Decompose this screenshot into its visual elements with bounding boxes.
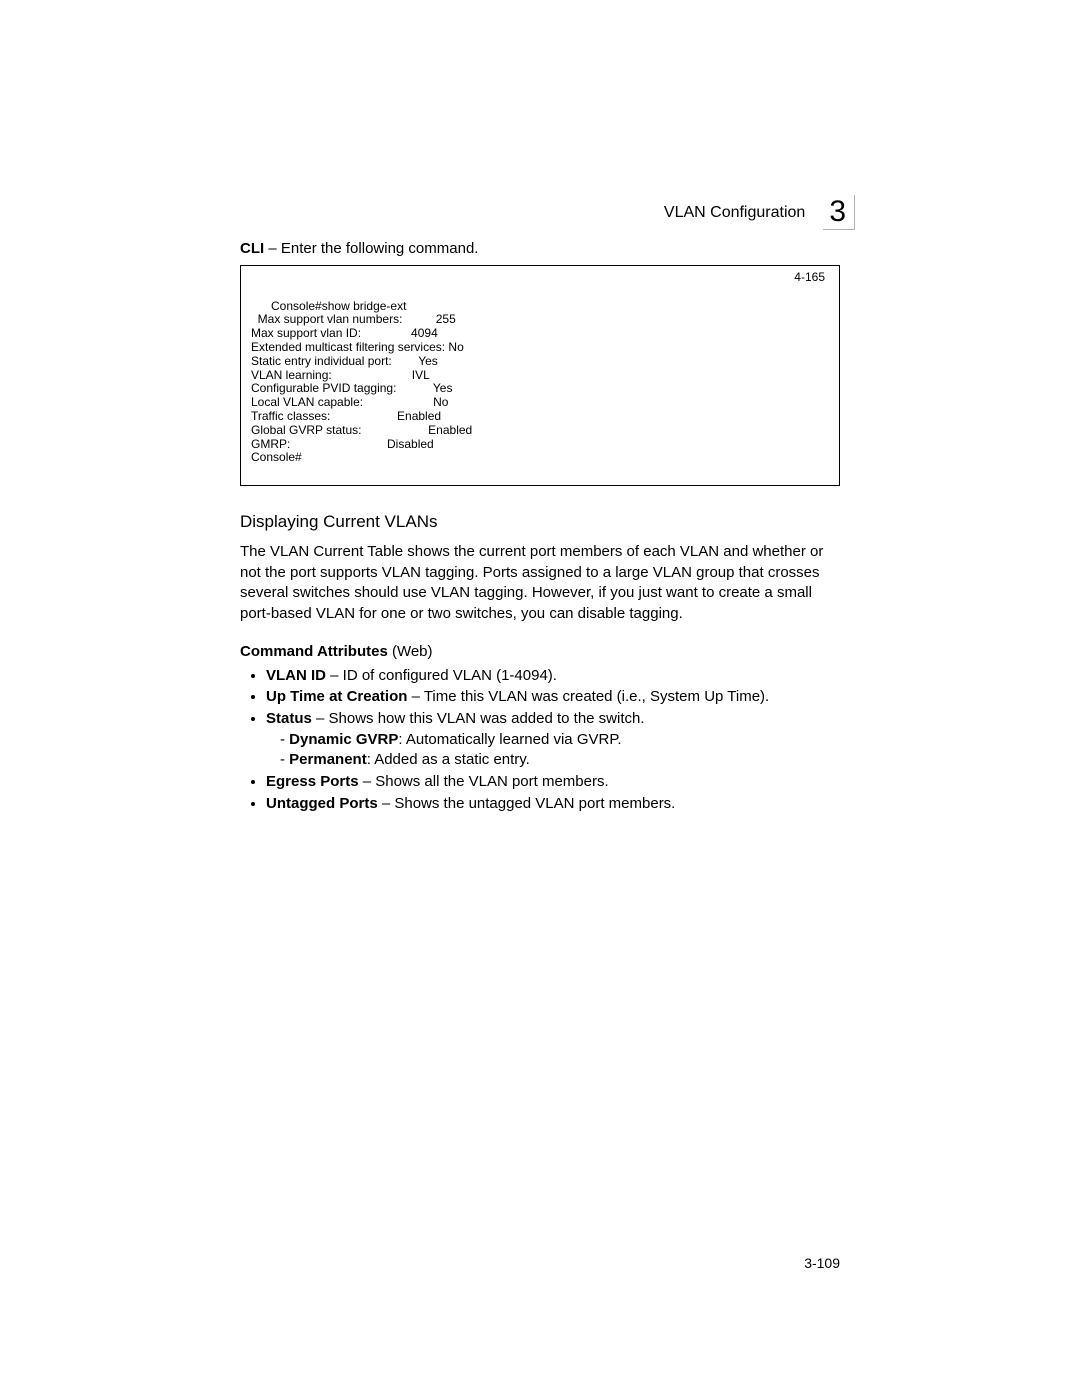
list-item: Up Time at Creation – Time this VLAN was… bbox=[266, 687, 840, 708]
page: VLAN Configuration 3 CLI – Enter the fol… bbox=[0, 0, 1080, 1397]
header-title: VLAN Configuration bbox=[664, 204, 805, 222]
chapter-number: 3 bbox=[829, 195, 846, 228]
item-bold: Egress Ports bbox=[266, 773, 359, 790]
cli-output-text: Console#show bridge-ext Max support vlan… bbox=[251, 299, 472, 465]
attributes-heading: Command Attributes (Web) bbox=[240, 643, 840, 660]
list-item: VLAN ID – ID of configured VLAN (1-4094)… bbox=[266, 666, 840, 687]
item-rest: – Time this VLAN was created (i.e., Syst… bbox=[407, 688, 769, 705]
sub-item: - Dynamic GVRP: Automatically learned vi… bbox=[266, 730, 840, 751]
cli-reference: 4-165 bbox=[794, 271, 825, 285]
sub-bold: Dynamic GVRP bbox=[289, 731, 398, 748]
page-number: 3-109 bbox=[804, 1255, 840, 1271]
list-item: Untagged Ports – Shows the untagged VLAN… bbox=[266, 794, 840, 815]
section-heading: Displaying Current VLANs bbox=[240, 512, 840, 532]
cli-intro-rest: – Enter the following command. bbox=[264, 240, 478, 257]
sub-item: - Permanent: Added as a static entry. bbox=[266, 750, 840, 771]
list-item: Egress Ports – Shows all the VLAN port m… bbox=[266, 772, 840, 793]
page-header: VLAN Configuration 3 bbox=[664, 195, 855, 230]
item-bold: Untagged Ports bbox=[266, 795, 378, 812]
sub-rest: : Automatically learned via GVRP. bbox=[398, 731, 621, 748]
cli-intro-bold: CLI bbox=[240, 240, 264, 257]
item-rest: – ID of configured VLAN (1-4094). bbox=[326, 667, 557, 684]
list-item: Status – Shows how this VLAN was added t… bbox=[266, 709, 840, 771]
cli-intro: CLI – Enter the following command. bbox=[240, 240, 840, 257]
item-bold: Status bbox=[266, 710, 312, 727]
item-bold: Up Time at Creation bbox=[266, 688, 407, 705]
section-body: The VLAN Current Table shows the current… bbox=[240, 542, 840, 625]
item-rest: – Shows how this VLAN was added to the s… bbox=[312, 710, 645, 727]
attributes-list: VLAN ID – ID of configured VLAN (1-4094)… bbox=[240, 666, 840, 815]
item-rest: – Shows all the VLAN port members. bbox=[359, 773, 609, 790]
sub-rest: : Added as a static entry. bbox=[367, 751, 530, 768]
cli-output-box: 4-165 Console#show bridge-ext Max suppor… bbox=[240, 265, 840, 486]
attributes-heading-rest: (Web) bbox=[388, 643, 433, 660]
chapter-number-box: 3 bbox=[823, 195, 855, 230]
item-bold: VLAN ID bbox=[266, 667, 326, 684]
content-area: CLI – Enter the following command. 4-165… bbox=[240, 240, 840, 815]
item-rest: – Shows the untagged VLAN port members. bbox=[378, 795, 676, 812]
attributes-heading-bold: Command Attributes bbox=[240, 643, 388, 660]
sub-bold: Permanent bbox=[289, 751, 367, 768]
